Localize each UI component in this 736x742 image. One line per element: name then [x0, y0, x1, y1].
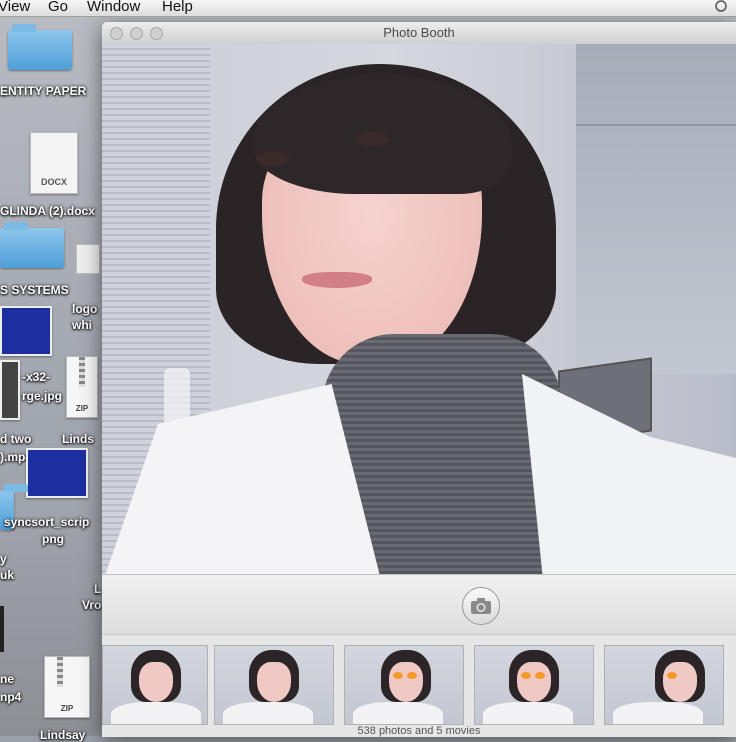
menu-go[interactable]: Go	[48, 0, 68, 15]
desktop-icon-label[interactable]: ne	[0, 672, 14, 686]
menu-bar: View Go Window Help	[0, 0, 736, 17]
document-icon[interactable]: DOCX	[30, 132, 78, 194]
zip-type-label: ZIP	[75, 404, 89, 413]
desktop-icon-label[interactable]: np4	[0, 690, 21, 704]
image-file-icon[interactable]	[0, 306, 52, 356]
desktop-icon-label[interactable]: d two	[0, 432, 31, 446]
desktop-icon-label[interactable]: png	[42, 532, 64, 546]
left-eye	[256, 152, 290, 166]
desktop: View Go Window Help ENTITY PAPER DOCX GL…	[0, 0, 736, 742]
desktop-icon-label[interactable]: Lindsay	[40, 728, 85, 742]
desktop-icon-label[interactable]: syncsort_scrip	[4, 515, 89, 529]
camera-preview	[102, 44, 736, 574]
desktop-icon-label[interactable]: rge.jpg	[22, 389, 62, 403]
folder-icon[interactable]	[0, 222, 64, 268]
camera-icon	[471, 598, 491, 614]
photo-booth-window: Photo Booth 538 photos and 5 movies	[102, 22, 736, 737]
file-icon[interactable]	[0, 606, 4, 652]
zip-icon[interactable]: ZIP	[44, 656, 90, 718]
desktop-icon-label[interactable]: uk	[0, 568, 14, 582]
image-file-icon[interactable]	[0, 360, 20, 420]
photo-strip: 538 photos and 5 movies	[102, 634, 736, 737]
background-wall	[576, 44, 736, 374]
sync-icon[interactable]	[712, 0, 730, 16]
camera-toolbar	[102, 574, 736, 635]
desktop-icon-label[interactable]: whi	[72, 318, 92, 332]
desktop-icon-label[interactable]: S SYSTEMS	[0, 283, 69, 297]
window-titlebar[interactable]: Photo Booth	[102, 22, 736, 45]
file-icon[interactable]	[76, 244, 100, 274]
window-title: Photo Booth	[383, 25, 455, 40]
mouth	[302, 272, 372, 288]
desktop-icon-label[interactable]: -x32-	[22, 370, 50, 384]
photo-count: 538 photos and 5 movies	[357, 725, 481, 737]
desktop-icon-label[interactable]: Linds	[62, 432, 94, 446]
take-photo-button[interactable]	[462, 587, 500, 625]
photo-thumbnail[interactable]	[604, 645, 724, 725]
right-eye	[356, 132, 390, 146]
desktop-icon-label[interactable]: Vro	[82, 598, 101, 612]
menu-view[interactable]: View	[0, 0, 30, 15]
desktop-icon-label[interactable]: ENTITY PAPER	[0, 84, 86, 98]
zip-icon[interactable]: ZIP	[66, 356, 98, 418]
photo-thumbnail[interactable]	[344, 645, 464, 725]
image-file-icon[interactable]	[26, 448, 88, 498]
photo-thumbnail[interactable]	[474, 645, 594, 725]
desktop-icon-label[interactable]: GLINDA (2).docx	[0, 204, 95, 218]
doc-type-label: DOCX	[40, 177, 67, 187]
folder-icon[interactable]	[8, 24, 72, 70]
desktop-icon-label[interactable]: y	[0, 552, 7, 566]
menu-help[interactable]: Help	[162, 0, 193, 15]
menu-window[interactable]: Window	[87, 0, 140, 15]
photo-thumbnail[interactable]	[214, 645, 334, 725]
zip-type-label: ZIP	[60, 704, 74, 713]
desktop-icon-label[interactable]: logo	[72, 302, 97, 316]
desktop-icon-label[interactable]: L	[94, 582, 101, 596]
photo-thumbnail[interactable]	[102, 645, 208, 725]
